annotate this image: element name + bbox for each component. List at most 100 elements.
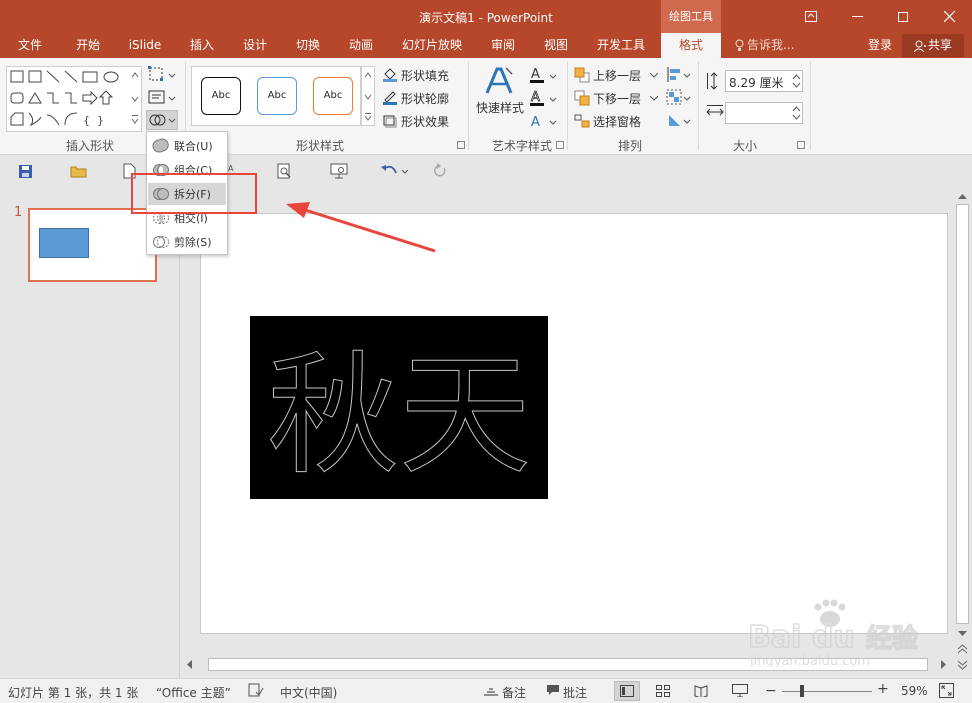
shapes-gallery[interactable]: {} bbox=[6, 66, 142, 132]
previous-slide-icon[interactable] bbox=[957, 644, 968, 654]
shape-outline-label: 形状轮廓 bbox=[401, 92, 450, 106]
tell-me-search[interactable]: 告诉我... bbox=[735, 33, 794, 58]
slide-thumbnail-1[interactable] bbox=[28, 208, 157, 282]
menu-item-union[interactable]: 联合(U) bbox=[148, 135, 226, 157]
slide-canvas[interactable]: 秋天 bbox=[200, 213, 948, 634]
annotation-highlight-box bbox=[131, 173, 257, 214]
maximize-button[interactable] bbox=[880, 0, 926, 33]
tab-format[interactable]: 格式 bbox=[661, 33, 721, 58]
shape-styles-gallery-scroll[interactable] bbox=[361, 66, 375, 126]
svg-text:A: A bbox=[228, 164, 234, 173]
zoom-slider-track[interactable] bbox=[782, 691, 872, 692]
slideshow-view-icon[interactable] bbox=[732, 684, 748, 697]
thumbnail-shape bbox=[39, 228, 89, 258]
start-slideshow-icon[interactable] bbox=[330, 163, 348, 179]
menu-item-label: 联合(U) bbox=[174, 140, 213, 153]
width-spinner-icon[interactable] bbox=[792, 105, 801, 121]
wordart-a-icon bbox=[484, 66, 514, 96]
svg-text:经验: 经验 bbox=[866, 623, 918, 654]
comments-icon bbox=[546, 684, 560, 696]
text-fill-button[interactable]: A bbox=[530, 66, 560, 86]
shape-width-field[interactable] bbox=[725, 102, 803, 124]
menu-item-subtract[interactable]: 剪除(S) bbox=[148, 231, 226, 253]
fit-to-window-icon[interactable] bbox=[939, 683, 954, 698]
vertical-scroll-thumb[interactable] bbox=[956, 204, 969, 624]
save-icon[interactable] bbox=[18, 164, 33, 179]
zoom-in-icon[interactable]: + bbox=[877, 681, 889, 697]
tab-animations[interactable]: 动画 bbox=[338, 33, 384, 58]
tab-file[interactable]: 文件 bbox=[8, 33, 52, 58]
close-button[interactable] bbox=[926, 0, 972, 33]
text-outline-icon: A bbox=[530, 89, 560, 109]
shape-effects-button[interactable]: 形状效果 bbox=[382, 112, 462, 132]
shape-height-value: 8.29 厘米 bbox=[729, 76, 784, 90]
group-objects-button[interactable] bbox=[666, 89, 692, 109]
person-icon bbox=[913, 40, 926, 52]
style-preset-blue[interactable]: Abc bbox=[257, 77, 297, 115]
reading-view-icon[interactable] bbox=[694, 685, 708, 697]
shape-fill-button[interactable]: 形状填充 bbox=[382, 66, 462, 86]
tab-transitions[interactable]: 切换 bbox=[286, 33, 330, 58]
style-preset-orange[interactable]: Abc bbox=[313, 77, 353, 115]
height-spinner-icon[interactable] bbox=[792, 73, 801, 89]
tab-islide[interactable]: iSlide bbox=[122, 33, 168, 58]
slide-sorter-icon[interactable] bbox=[656, 685, 670, 697]
style-preset-black[interactable]: Abc bbox=[201, 77, 241, 115]
quick-styles-label: 快速样式 bbox=[476, 101, 525, 115]
minimize-button[interactable] bbox=[834, 0, 880, 33]
zoom-slider-thumb[interactable] bbox=[800, 685, 804, 697]
comments-button[interactable]: 批注 bbox=[563, 684, 587, 701]
edit-shape-button[interactable] bbox=[148, 66, 176, 86]
group-label-size: 大小 bbox=[732, 139, 757, 153]
language-status[interactable]: 中文(中国) bbox=[280, 684, 337, 701]
zoom-out-icon[interactable]: − bbox=[765, 683, 777, 699]
selection-pane-button[interactable]: 选择窗格 bbox=[574, 112, 660, 132]
tab-insert[interactable]: 插入 bbox=[180, 33, 224, 58]
shape-outline-button[interactable]: 形状轮廓 bbox=[382, 89, 462, 109]
rotate-button[interactable] bbox=[666, 112, 692, 132]
ribbon-display-options-button[interactable] bbox=[788, 0, 834, 33]
scroll-right-icon[interactable] bbox=[938, 659, 948, 670]
scroll-down-icon[interactable] bbox=[957, 630, 968, 638]
print-preview-icon[interactable] bbox=[276, 163, 292, 179]
merge-shapes-button[interactable] bbox=[146, 110, 178, 130]
tab-developer[interactable]: 开发工具 bbox=[591, 33, 651, 58]
notes-button[interactable]: 备注 bbox=[502, 684, 526, 701]
tab-home[interactable]: 开始 bbox=[66, 33, 110, 58]
chevron-down-icon bbox=[650, 96, 658, 101]
normal-view-button[interactable] bbox=[614, 681, 640, 701]
open-folder-icon[interactable] bbox=[70, 164, 87, 178]
scroll-up-icon[interactable] bbox=[957, 192, 968, 200]
send-backward-icon bbox=[574, 90, 590, 106]
zoom-percent[interactable]: 59% bbox=[901, 684, 928, 698]
text-shape-box[interactable]: 秋天 bbox=[250, 316, 548, 499]
text-outline-button[interactable]: A bbox=[530, 89, 560, 109]
svg-text:A: A bbox=[531, 90, 540, 105]
shape-styles-dialog-launcher[interactable] bbox=[457, 141, 465, 149]
size-dialog-launcher[interactable] bbox=[797, 141, 805, 149]
tab-slideshow[interactable]: 幻灯片放映 bbox=[396, 33, 468, 58]
tab-design[interactable]: 设计 bbox=[233, 33, 277, 58]
wordart-dialog-launcher[interactable] bbox=[556, 141, 564, 149]
group-label-shape-styles: 形状样式 bbox=[295, 139, 344, 153]
bring-forward-button[interactable]: 上移一层 bbox=[574, 66, 660, 86]
tab-view[interactable]: 视图 bbox=[534, 33, 578, 58]
vertical-scrollbar[interactable] bbox=[953, 188, 972, 678]
redo-icon[interactable] bbox=[433, 163, 448, 178]
text-effects-button[interactable]: A bbox=[530, 112, 560, 132]
minimize-icon bbox=[851, 15, 863, 18]
text-box-button[interactable] bbox=[148, 89, 176, 109]
scroll-left-icon[interactable] bbox=[185, 659, 195, 670]
login-link[interactable]: 登录 bbox=[868, 33, 892, 58]
send-backward-button[interactable]: 下移一层 bbox=[574, 89, 660, 109]
slide-count-status: 幻灯片 第 1 张，共 1 张 bbox=[8, 686, 139, 700]
spell-check-icon[interactable] bbox=[248, 683, 264, 697]
next-slide-icon[interactable] bbox=[957, 660, 968, 670]
shape-height-field[interactable]: 8.29 厘米 bbox=[725, 70, 803, 92]
undo-icon[interactable] bbox=[380, 163, 408, 179]
share-button[interactable]: 共享 bbox=[902, 34, 964, 57]
tab-review[interactable]: 审阅 bbox=[481, 33, 525, 58]
align-button[interactable] bbox=[666, 66, 692, 86]
shapes-gallery-scroll[interactable] bbox=[129, 67, 141, 131]
quick-styles-button[interactable]: 快速样式 bbox=[472, 66, 524, 128]
